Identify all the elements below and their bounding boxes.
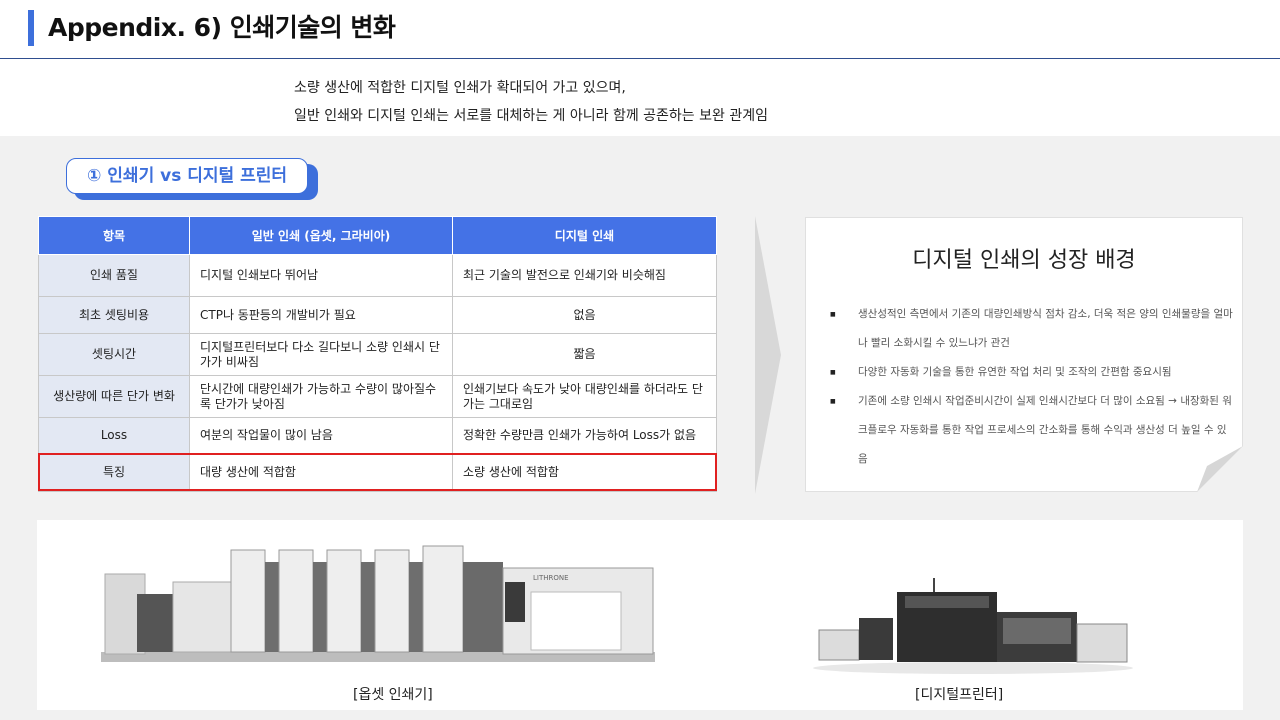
card-title: 디지털 인쇄의 성장 배경 — [912, 248, 1136, 273]
page-title: Appendix. 6) 인쇄기술의 변화 — [48, 13, 396, 42]
digital-cell: 소량 생산에 적합함 — [452, 453, 717, 492]
subtitle-line-2: 일반 인쇄와 디지털 인쇄는 서로를 대체하는 게 아니라 함께 공존하는 보완… — [294, 108, 768, 124]
row-header: 특징 — [38, 453, 190, 492]
offset-cell: 여분의 작업물이 많이 남음 — [189, 417, 453, 454]
table-row: 인쇄 품질 디지털 인쇄보다 뛰어남 최근 기술의 발전으로 인쇄기와 비슷해짐 — [38, 254, 717, 297]
bullet-list: 생산성적인 측면에서 기존의 대량인쇄방식 점차 감소, 더욱 적은 양의 인쇄… — [830, 300, 1234, 474]
subtitle-line-1: 소량 생산에 적합한 디지털 인쇄가 확대되어 가고 있으며, — [294, 80, 626, 96]
growth-background-card: 디지털 인쇄의 성장 배경 생산성적인 측면에서 기존의 대량인쇄방식 점차 감… — [805, 217, 1243, 492]
list-item: 기존에 소량 인쇄시 작업준비시간이 실제 인쇄시간보다 더 많이 소요됨 → … — [830, 387, 1234, 474]
slide-header: Appendix. 6) 인쇄기술의 변화 — [0, 0, 1280, 60]
table-row-feature: 특징 대량 생산에 적합함 소량 생산에 적합함 — [38, 453, 717, 492]
digital-printer-image — [813, 578, 1133, 674]
table-row: 생산량에 따른 단가 변화 단시간에 대량인쇄가 가능하고 수량이 많아질수록 … — [38, 375, 717, 418]
row-header: 생산량에 따른 단가 변화 — [38, 375, 190, 418]
offset-cell: CTP나 동판등의 개발비가 필요 — [189, 296, 453, 334]
header-item: 항목 — [38, 216, 190, 255]
list-item: 생산성적인 측면에서 기존의 대량인쇄방식 점차 감소, 더욱 적은 양의 인쇄… — [830, 300, 1234, 358]
section-label: ① 인쇄기 vs 디지털 프린터 — [66, 158, 308, 194]
digital-cell: 인쇄기보다 속도가 낮아 대량인쇄를 하더라도 단가는 그대로임 — [452, 375, 717, 418]
digital-cell: 정확한 수량만큼 인쇄가 가능하여 Loss가 없음 — [452, 417, 717, 454]
offset-press-image: LITHRONE — [101, 545, 655, 662]
press-images-panel: LITHRONE [옵셋 인쇄기] [디지털프린터] — [37, 520, 1243, 710]
header-digital: 디지털 인쇄 — [452, 216, 717, 255]
table-row: Loss 여분의 작업물이 많이 남음 정확한 수량만큼 인쇄가 가능하여 Lo… — [38, 417, 717, 454]
row-header: 셋팅시간 — [38, 333, 190, 376]
comparison-table: 항목 일반 인쇄 (옵셋, 그라비아) 디지털 인쇄 인쇄 품질 디지털 인쇄보… — [38, 216, 717, 492]
table-row: 셋팅시간 디지털프린터보다 다소 길다보니 소량 인쇄시 단가가 비싸짐 짧음 — [38, 333, 717, 376]
press-brand-label: LITHRONE — [533, 574, 569, 582]
chevron-right-arrow-icon — [755, 216, 781, 494]
title-accent-bar — [28, 10, 34, 46]
subtitle: 소량 생산에 적합한 디지털 인쇄가 확대되어 가고 있으며, 일반 인쇄와 디… — [294, 74, 768, 130]
offset-cell: 대량 생산에 적합함 — [189, 453, 453, 492]
offset-cell: 디지털프린터보다 다소 길다보니 소량 인쇄시 단가가 비싸짐 — [189, 333, 453, 376]
page-curl-icon — [1197, 446, 1243, 492]
offset-cell: 디지털 인쇄보다 뛰어남 — [189, 254, 453, 297]
row-header: Loss — [38, 417, 190, 454]
table-row: 최초 셋팅비용 CTP나 동판등의 개발비가 필요 없음 — [38, 296, 717, 334]
offset-caption: [옵셋 인쇄기] — [353, 687, 433, 703]
header-divider — [0, 58, 1280, 59]
digital-cell: 없음 — [452, 296, 717, 334]
offset-cell: 단시간에 대량인쇄가 가능하고 수량이 많아질수록 단가가 낮아짐 — [189, 375, 453, 418]
digital-cell: 최근 기술의 발전으로 인쇄기와 비슷해짐 — [452, 254, 717, 297]
header-offset: 일반 인쇄 (옵셋, 그라비아) — [189, 216, 453, 255]
digital-caption: [디지털프린터] — [915, 687, 1004, 703]
table-header-row: 항목 일반 인쇄 (옵셋, 그라비아) 디지털 인쇄 — [38, 216, 717, 255]
list-item: 다양한 자동화 기술을 통한 유연한 작업 처리 및 조작의 간편함 중요시됨 — [830, 358, 1234, 387]
row-header: 최초 셋팅비용 — [38, 296, 190, 334]
digital-cell: 짧음 — [452, 333, 717, 376]
row-header: 인쇄 품질 — [38, 254, 190, 297]
